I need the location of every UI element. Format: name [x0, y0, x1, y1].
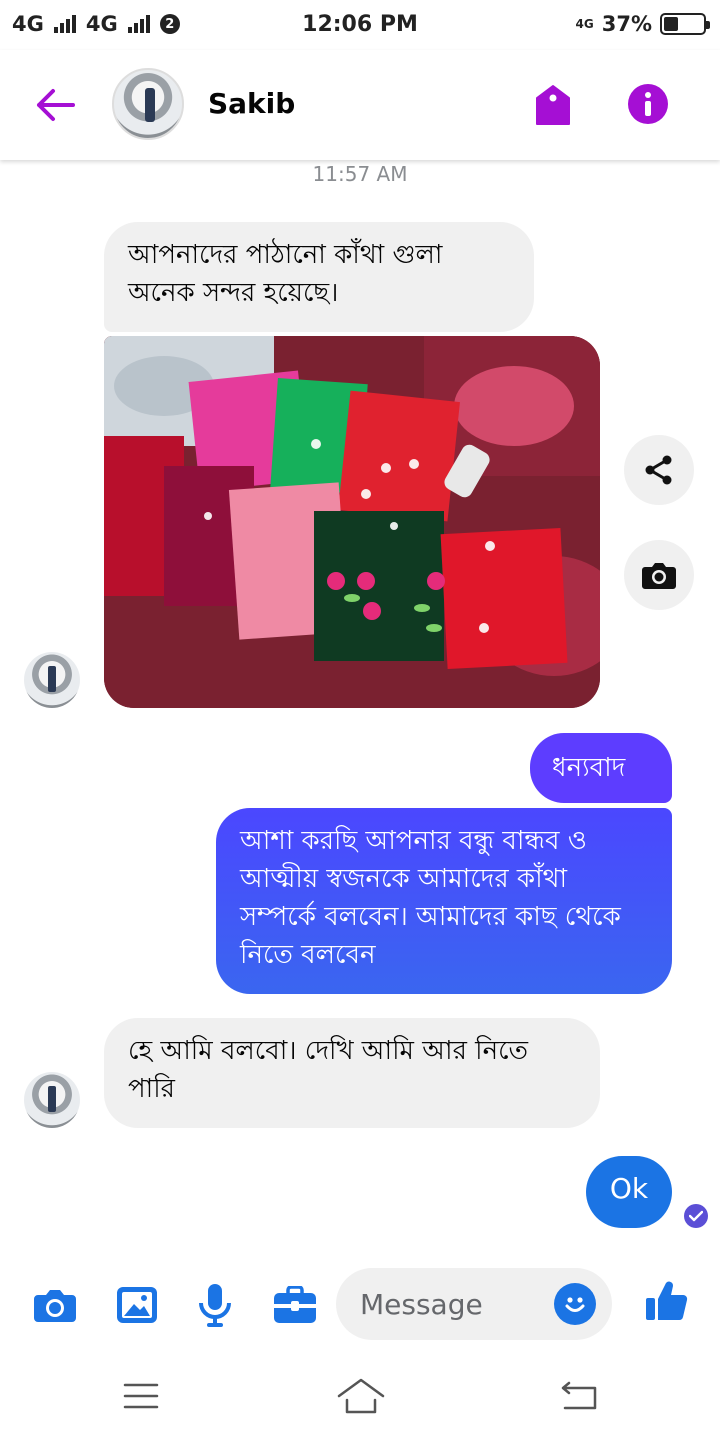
message-timestamp: 11:57 AM — [312, 162, 408, 186]
briefcase-icon — [274, 1286, 316, 1323]
network-type-label: 4G — [575, 17, 594, 31]
photo-message[interactable] — [104, 336, 600, 708]
camera-photo-button[interactable] — [624, 540, 694, 610]
share-icon — [645, 455, 672, 485]
conversation-header: Sakib — [0, 50, 720, 160]
tag-button[interactable] — [528, 80, 578, 130]
camera-icon — [642, 563, 676, 589]
info-button[interactable] — [624, 80, 672, 128]
incoming-message[interactable]: আপনাদের পাঠানো কাঁথা গুলা অনেক সন্দর হয়… — [104, 222, 534, 332]
shared-photo-kanthas — [104, 336, 600, 708]
home-icon — [337, 1378, 385, 1414]
share-photo-button[interactable] — [624, 435, 694, 505]
outgoing-message[interactable]: Ok — [586, 1156, 672, 1228]
sender-avatar[interactable] — [24, 652, 80, 708]
emoji-icon — [565, 1297, 585, 1312]
emoji-button[interactable] — [554, 1283, 596, 1325]
outgoing-message[interactable]: আশা করছি আপনার বন্ধু বান্ধব ও আত্মীয় স্… — [216, 808, 672, 994]
back-arrow-icon — [37, 89, 75, 121]
camera-icon — [34, 1290, 76, 1322]
info-icon — [628, 84, 668, 124]
thumbs-up-icon — [646, 1281, 688, 1321]
gallery-button[interactable] — [114, 1282, 160, 1328]
system-back-button[interactable] — [554, 1376, 604, 1416]
microphone-icon — [199, 1284, 231, 1327]
business-tools-button[interactable] — [272, 1282, 318, 1328]
system-navigation-bar — [0, 1356, 720, 1440]
contact-avatar[interactable] — [112, 68, 184, 140]
voice-record-button[interactable] — [192, 1282, 238, 1328]
check-icon — [689, 1210, 703, 1222]
battery-fill — [664, 17, 679, 31]
tag-icon — [536, 85, 570, 125]
status-bar: 4G 4G 2 12:06 PM 4G 37% — [0, 0, 720, 50]
battery-percent: 37% — [601, 12, 652, 36]
gallery-icon — [117, 1287, 157, 1323]
incoming-message[interactable]: হে আমি বলবো। দেখি আমি আর নিতে পারি — [104, 1018, 600, 1128]
back-button[interactable] — [30, 80, 80, 130]
like-button[interactable] — [644, 1278, 690, 1324]
message-composer — [0, 1262, 720, 1348]
back-icon — [561, 1381, 597, 1410]
seen-indicator — [684, 1204, 708, 1228]
home-button[interactable] — [336, 1376, 386, 1416]
menu-icon — [123, 1383, 159, 1409]
outgoing-message[interactable]: ধন্যবাদ — [530, 733, 672, 803]
recent-apps-button[interactable] — [116, 1376, 166, 1416]
sender-avatar[interactable] — [24, 1072, 80, 1128]
camera-button[interactable] — [32, 1282, 78, 1328]
status-right: 4G 37% — [575, 12, 710, 36]
contact-name[interactable]: Sakib — [208, 87, 295, 120]
battery-icon — [660, 13, 710, 35]
